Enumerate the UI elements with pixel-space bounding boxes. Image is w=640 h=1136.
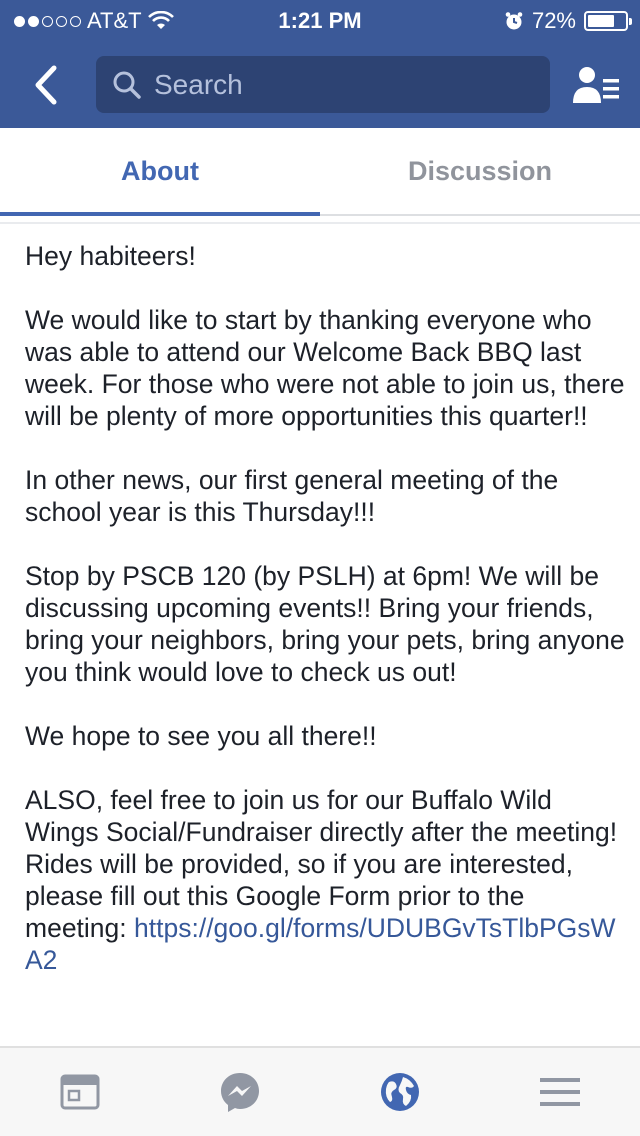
paragraph-hope: We hope to see you all there!!	[25, 721, 377, 751]
tab-more-menu[interactable]	[480, 1048, 640, 1136]
tab-notifications[interactable]	[320, 1048, 480, 1136]
paragraph-thanks: We would like to start by thanking every…	[25, 305, 625, 431]
news-feed-icon	[60, 1074, 100, 1110]
menu-icon	[540, 1078, 580, 1106]
messenger-icon	[221, 1073, 259, 1112]
about-content: Hey habiteers! We would like to start by…	[25, 240, 625, 1008]
app-header: AT&T 1:21 PM 72%	[0, 0, 640, 128]
status-right: 72%	[504, 8, 632, 34]
search-icon	[113, 71, 141, 99]
tab-messenger[interactable]	[160, 1048, 320, 1136]
back-button[interactable]	[20, 60, 70, 110]
alarm-clock-icon	[505, 12, 523, 30]
group-members-button[interactable]	[572, 60, 622, 110]
globe-icon	[381, 1073, 419, 1111]
nav-bar	[0, 44, 640, 128]
tab-discussion[interactable]: Discussion	[320, 128, 640, 214]
divider	[0, 222, 640, 224]
battery-icon	[584, 11, 632, 31]
paragraph-meeting: In other news, our first general meeting…	[25, 465, 559, 527]
bottom-tab-bar	[0, 1046, 640, 1136]
tab-news-feed[interactable]	[0, 1048, 160, 1136]
tab-about[interactable]: About	[0, 128, 320, 216]
status-bar: AT&T 1:21 PM 72%	[0, 0, 640, 40]
person-list-icon	[573, 67, 619, 103]
battery-percent: 72%	[531, 8, 576, 33]
paragraph-greeting: Hey habiteers!	[25, 241, 196, 271]
tab-bar: About Discussion	[0, 128, 640, 216]
search-input[interactable]	[154, 68, 534, 101]
battery-level	[588, 15, 614, 27]
paragraph-location: Stop by PSCB 120 (by PSLH) at 6pm! We wi…	[25, 561, 625, 687]
search-box[interactable]	[96, 56, 550, 113]
chevron-left-icon	[35, 65, 57, 105]
paragraph-fundraiser: ALSO, feel free to join us for our Buffa…	[25, 784, 625, 976]
